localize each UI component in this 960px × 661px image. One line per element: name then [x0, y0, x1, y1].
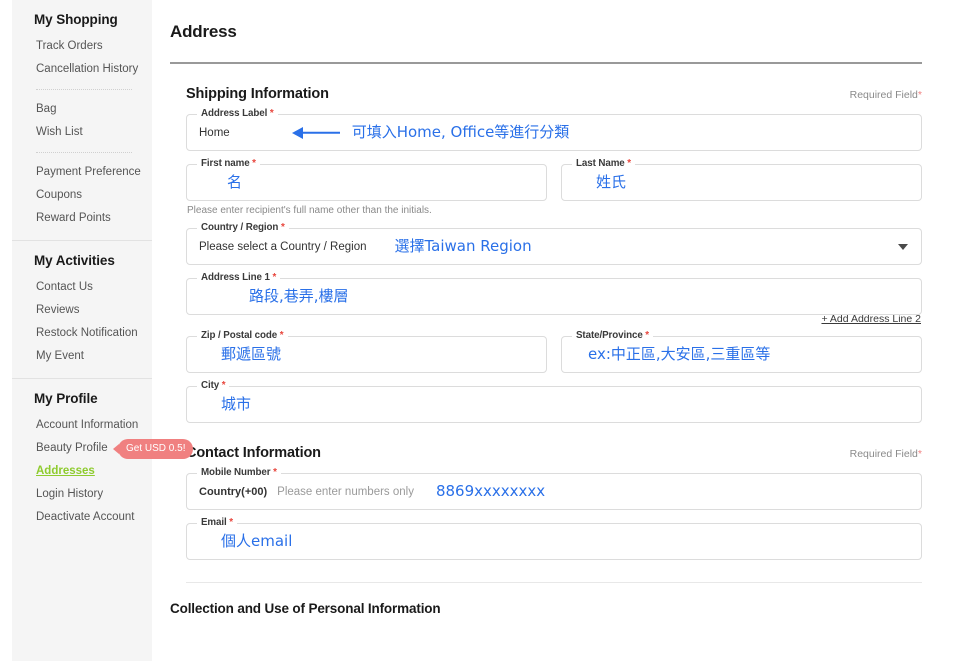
first-name-inner: 名	[187, 165, 546, 200]
city-field[interactable]: City * 城市	[186, 380, 922, 424]
address-label-field[interactable]: Address Label * Home 可填入Home, Office等進行分…	[186, 108, 922, 152]
address-line-1-row: Address Line 1 * 路段,巷弄,樓層	[170, 272, 922, 316]
country-region-annotation: 選擇Taiwan Region	[394, 237, 532, 256]
email-inner: 個人email	[187, 524, 921, 559]
sidebar-item-wish-list[interactable]: Wish List	[12, 121, 152, 144]
page-title: Address	[170, 22, 237, 42]
account-sidebar: My Shopping Track Orders Cancellation Hi…	[12, 0, 194, 661]
name-helper-text: Please enter recipient's full name other…	[187, 205, 432, 217]
title-divider	[170, 62, 922, 65]
first-name-field[interactable]: First name * 名	[186, 158, 547, 202]
address-label-annotation: 可填入Home, Office等進行分類	[351, 123, 570, 142]
add-address-line-2-row: + Add Address Line 2	[170, 313, 922, 325]
country-row: Country / Region * Please select a Count…	[170, 222, 922, 266]
city-inner: 城市	[187, 387, 921, 422]
address-line-1-inner: 路段,巷弄,樓層	[187, 279, 921, 314]
address-form-main: Address Shipping Information Required Fi…	[152, 0, 960, 661]
contact-section-header: Contact Information Required Field*	[170, 445, 922, 461]
address-label-value: Home	[199, 126, 230, 139]
email-row: Email * 個人email	[170, 517, 922, 561]
state-province-annotation: ex:中正區,大安區,三重區等	[588, 345, 771, 364]
sidebar-item-cancellation-history[interactable]: Cancellation History	[12, 58, 152, 81]
zip-postal-code-annotation: 郵遞區號	[221, 345, 282, 364]
sidebar-group-my-activities: My Activities Contact Us Reviews Restock…	[12, 240, 152, 378]
sidebar-item-payment-preference[interactable]: Payment Preference	[12, 161, 152, 184]
required-note-text: Required Field	[849, 89, 918, 102]
required-note-text: Required Field	[849, 448, 918, 461]
first-name-annotation: 名	[227, 173, 243, 192]
mobile-number-placeholder: Please enter numbers only	[277, 485, 414, 498]
state-province-field[interactable]: State/Province * ex:中正區,大安區,三重區等	[561, 330, 922, 374]
sidebar-item-contact-us[interactable]: Contact Us	[12, 276, 152, 299]
sidebar-item-deactivate-account[interactable]: Deactivate Account	[12, 506, 152, 529]
contact-section-title: Contact Information	[186, 445, 321, 462]
contact-required-note: Required Field*	[850, 448, 922, 460]
shipping-required-note: Required Field*	[850, 89, 922, 101]
sidebar-group-title-my-shopping: My Shopping	[34, 12, 118, 27]
shipping-section-header: Shipping Information Required Field*	[170, 86, 922, 102]
sidebar-item-my-event[interactable]: My Event	[12, 345, 152, 368]
zip-postal-code-field[interactable]: Zip / Postal code * 郵遞區號	[186, 330, 547, 374]
zip-postal-code-inner: 郵遞區號	[187, 337, 546, 372]
address-label-row: Address Label * Home 可填入Home, Office等進行分…	[170, 108, 922, 152]
sidebar-divider	[36, 89, 132, 90]
last-name-inner: 姓氏	[562, 165, 921, 200]
sidebar-item-track-orders[interactable]: Track Orders	[12, 35, 152, 58]
city-annotation: 城市	[221, 395, 252, 414]
country-region-value: Please select a Country / Region	[199, 240, 367, 253]
country-region-inner: Please select a Country / Region 選擇Taiwa…	[187, 229, 921, 264]
sidebar-item-bag[interactable]: Bag	[12, 98, 152, 121]
promo-badge-get-usd[interactable]: Get USD 0.5!	[118, 438, 194, 459]
mobile-number-inner: Country(+00) Please enter numbers only 8…	[187, 474, 921, 509]
arrow-left-icon	[291, 126, 340, 139]
last-name-annotation: 姓氏	[596, 173, 627, 192]
shipping-section-title: Shipping Information	[186, 86, 329, 103]
country-region-select[interactable]: Country / Region * Please select a Count…	[186, 222, 922, 266]
email-field[interactable]: Email * 個人email	[186, 517, 922, 561]
sidebar-group-title-my-profile: My Profile	[34, 391, 98, 406]
chevron-down-icon[interactable]	[898, 243, 908, 250]
email-annotation: 個人email	[221, 532, 293, 551]
address-label-inner: Home 可填入Home, Office等進行分類	[187, 115, 921, 150]
sidebar-item-reward-points[interactable]: Reward Points	[12, 207, 152, 230]
sidebar-group-my-profile: My Profile Account Information Beauty Pr…	[12, 378, 194, 529]
sidebar-item-account-information[interactable]: Account Information	[12, 414, 152, 437]
state-province-inner: ex:中正區,大安區,三重區等	[562, 337, 921, 372]
sidebar-group-title-my-activities: My Activities	[34, 253, 115, 268]
mobile-number-row: Mobile Number * Country(+00) Please ente…	[170, 467, 922, 511]
sidebar-item-coupons[interactable]: Coupons	[12, 184, 152, 207]
left-gutter	[0, 0, 12, 661]
required-asterisk: *	[917, 89, 922, 102]
name-row: First name * 名 Last Name * 姓氏	[170, 158, 922, 202]
mobile-number-field[interactable]: Mobile Number * Country(+00) Please ente…	[186, 467, 922, 511]
sidebar-item-addresses[interactable]: Addresses	[12, 460, 152, 483]
collection-use-title: Collection and Use of Personal Informati…	[170, 601, 441, 617]
sidebar-item-beauty-profile-wrap: Beauty Profile Get USD 0.5!	[12, 437, 194, 460]
required-asterisk: *	[917, 448, 922, 461]
mobile-number-annotation: 8869xxxxxxxx	[435, 482, 546, 501]
mobile-country-prefix: Country(+00)	[199, 485, 268, 498]
address-line-1-annotation: 路段,巷弄,樓層	[249, 287, 349, 306]
zip-state-row: Zip / Postal code * 郵遞區號 State/Province …	[170, 330, 922, 374]
page-root: My Shopping Track Orders Cancellation Hi…	[0, 0, 960, 661]
add-address-line-2-link[interactable]: + Add Address Line 2	[821, 313, 921, 325]
city-row: City * 城市	[170, 380, 922, 424]
sidebar-item-restock-notification[interactable]: Restock Notification	[12, 322, 152, 345]
sidebar-item-login-history[interactable]: Login History	[12, 483, 152, 506]
sidebar-divider	[36, 152, 132, 153]
last-name-field[interactable]: Last Name * 姓氏	[561, 158, 922, 202]
sidebar-item-reviews[interactable]: Reviews	[12, 299, 152, 322]
sidebar-group-my-shopping: My Shopping Track Orders Cancellation Hi…	[12, 0, 152, 240]
address-line-1-field[interactable]: Address Line 1 * 路段,巷弄,樓層	[186, 272, 922, 316]
